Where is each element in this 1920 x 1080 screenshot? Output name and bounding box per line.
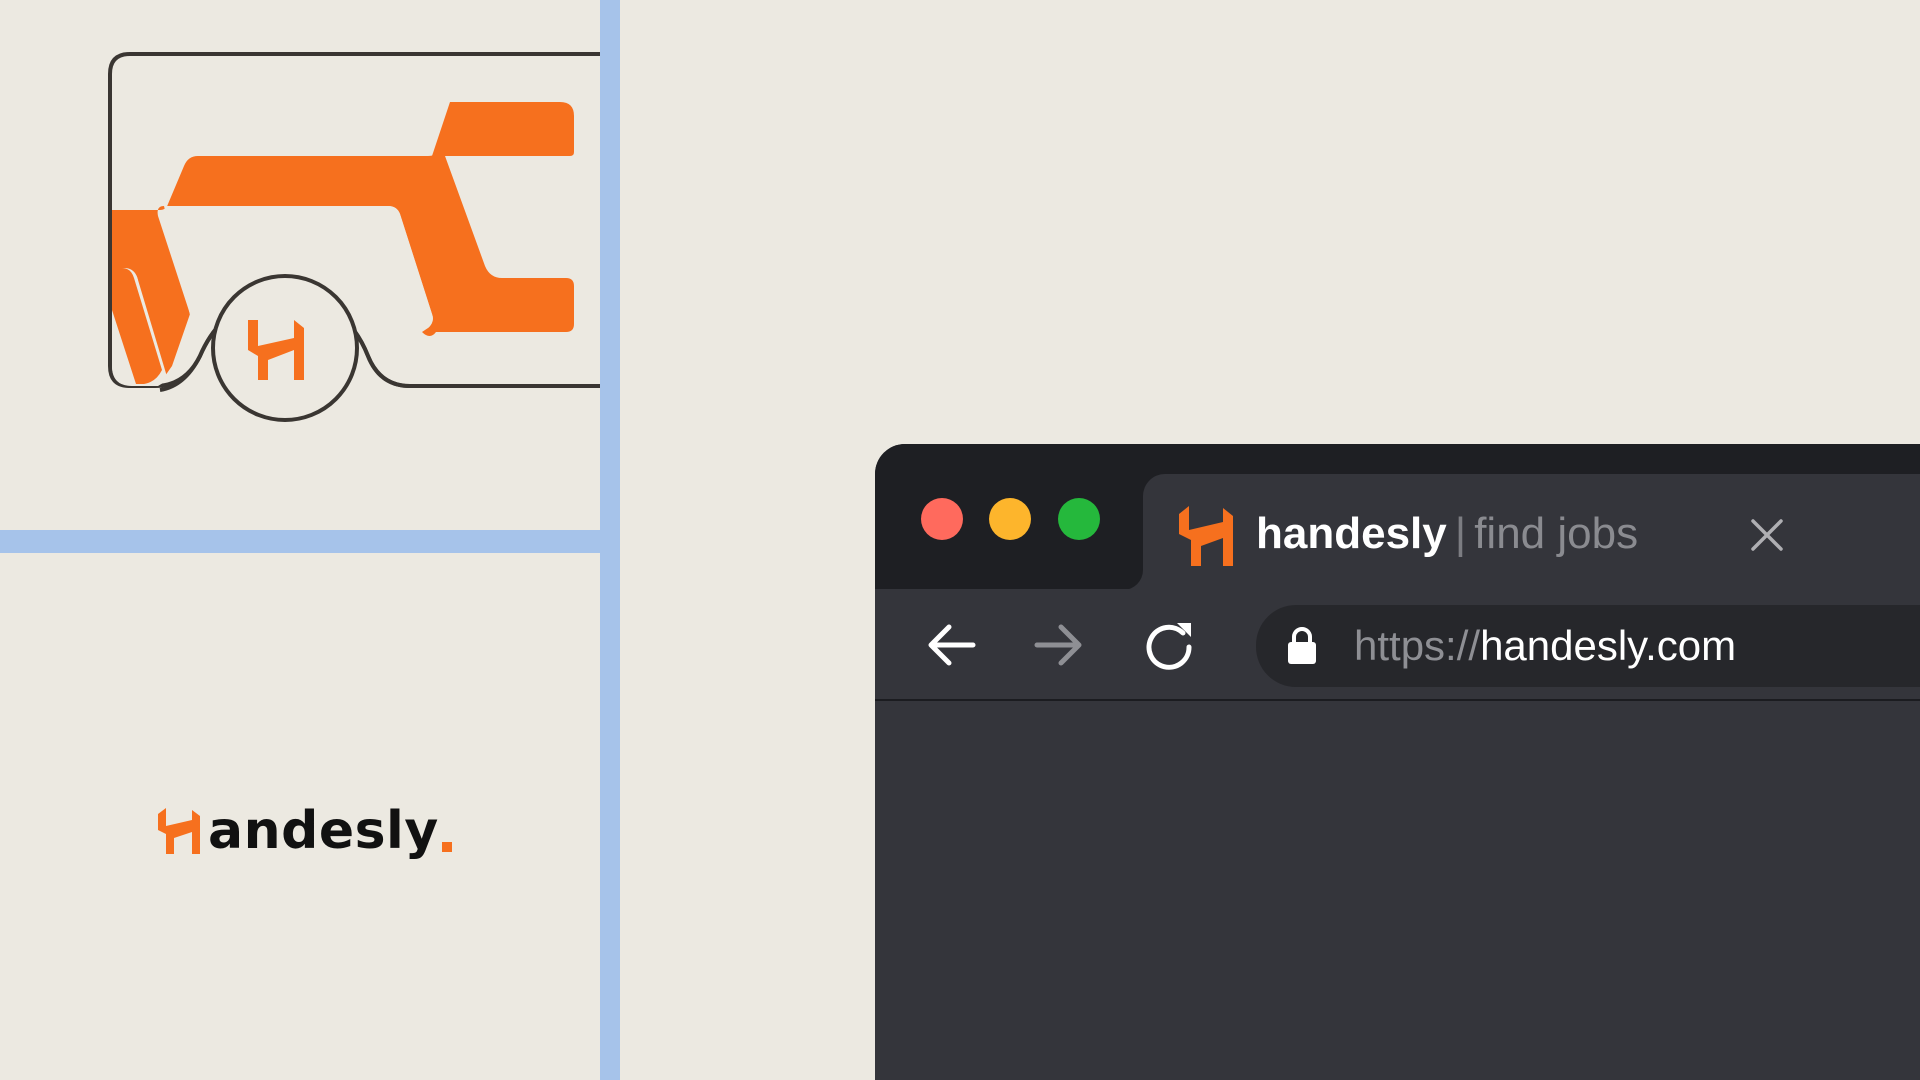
tab-title-separator: | bbox=[1454, 509, 1467, 558]
vertical-divider bbox=[600, 0, 620, 1080]
address-bar[interactable]: https://handesly.com bbox=[1256, 605, 1920, 687]
reload-icon[interactable] bbox=[1143, 619, 1195, 671]
wordmark-dot bbox=[441, 842, 452, 852]
arrow-left-icon[interactable] bbox=[925, 619, 977, 671]
url-text[interactable]: https://handesly.com bbox=[1354, 616, 1736, 676]
wordmark-text: andesly bbox=[208, 801, 439, 861]
handesly-favicon-icon bbox=[1179, 506, 1233, 566]
minimize-window-button[interactable] bbox=[989, 498, 1031, 540]
browser-window: handesly | find jobs https://handesly.com bbox=[875, 444, 1920, 1080]
browser-toolbar: https://handesly.com bbox=[875, 589, 1920, 701]
close-window-button[interactable] bbox=[921, 498, 963, 540]
browser-tab[interactable]: handesly | find jobs bbox=[1143, 474, 1920, 590]
lock-icon bbox=[1288, 627, 1316, 664]
url-scheme: https:// bbox=[1354, 622, 1481, 669]
horizontal-divider bbox=[0, 530, 600, 553]
close-icon[interactable] bbox=[1750, 518, 1784, 552]
tab-title: handesly | find jobs bbox=[1256, 504, 1638, 564]
tab-title-sub: find jobs bbox=[1474, 509, 1639, 558]
tab-title-main: handesly bbox=[1256, 509, 1447, 558]
tab-corner bbox=[1123, 570, 1143, 590]
browser-content bbox=[875, 701, 1920, 1080]
url-host: handesly.com bbox=[1480, 622, 1737, 669]
handesly-h-icon bbox=[158, 808, 200, 854]
zoom-window-button[interactable] bbox=[1058, 498, 1100, 540]
arrow-right-icon[interactable] bbox=[1033, 619, 1085, 671]
van-illustration bbox=[108, 52, 600, 422]
handesly-wordmark: andesly bbox=[158, 796, 452, 866]
